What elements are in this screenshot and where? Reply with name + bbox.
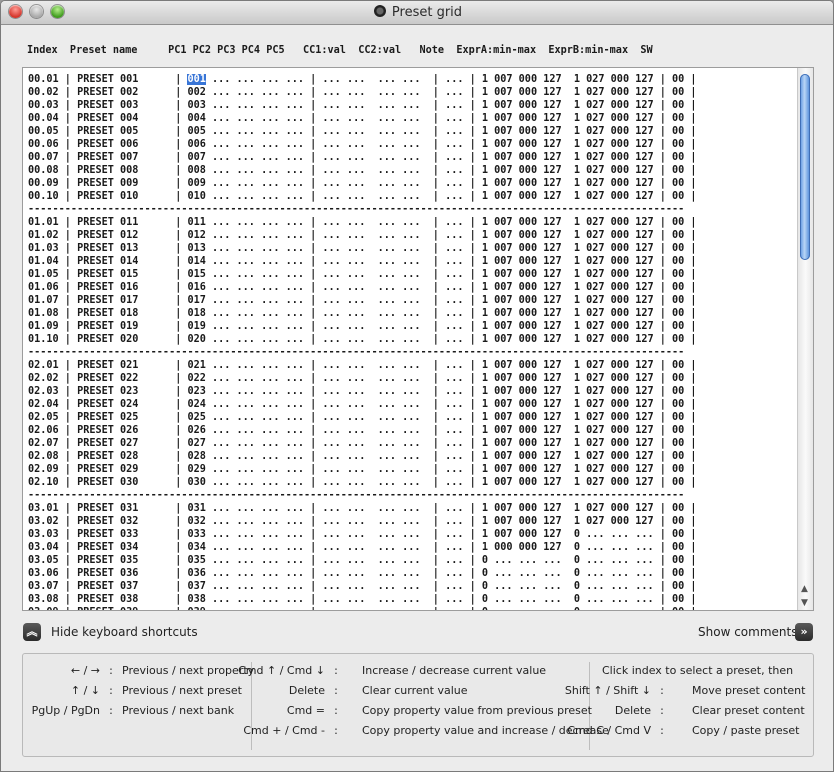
preset-grid-content: 00.01 | PRESET 001 | 001 ... ... ... ...… xyxy=(28,73,697,610)
bank-separator: ----------------------------------------… xyxy=(28,204,685,215)
bank-separator: ----------------------------------------… xyxy=(28,490,685,501)
shortcut-separator: : xyxy=(660,724,664,737)
preset-row[interactable]: 02.06 | PRESET 026 | 026 ... ... ... ...… xyxy=(28,424,697,437)
title-bar: Preset grid xyxy=(1,1,833,25)
preset-row[interactable]: 00.03 | PRESET 003 | 003 ... ... ... ...… xyxy=(28,99,697,112)
preset-row[interactable]: 01.01 | PRESET 011 | 011 ... ... ... ...… xyxy=(28,216,697,229)
hide-shortcuts-label[interactable]: Hide keyboard shortcuts xyxy=(51,625,198,639)
preset-row[interactable]: 03.08 | PRESET 038 | 038 ... ... ... ...… xyxy=(28,593,697,606)
shortcut-description: Increase / decrease current value xyxy=(362,664,547,677)
shortcut-entry: Cmd C / Cmd V: Copy / paste preset xyxy=(23,724,815,738)
shortcut-key: Cmd C / Cmd V xyxy=(567,724,651,737)
shortcut-separator: : xyxy=(334,664,338,677)
preset-row[interactable]: 02.01 | PRESET 021 | 021 ... ... ... ...… xyxy=(28,359,697,372)
show-comments-label[interactable]: Show comments xyxy=(698,625,797,639)
preset-row[interactable]: 03.07 | PRESET 037 | 037 ... ... ... ...… xyxy=(28,580,697,593)
preset-row[interactable]: 00.02 | PRESET 002 | 002 ... ... ... ...… xyxy=(28,86,697,99)
preset-row[interactable]: 01.05 | PRESET 015 | 015 ... ... ... ...… xyxy=(28,268,697,281)
preset-row[interactable]: 01.07 | PRESET 017 | 017 ... ... ... ...… xyxy=(28,294,697,307)
shortcut-key: Delete xyxy=(614,704,651,717)
preset-row[interactable]: 02.09 | PRESET 029 | 029 ... ... ... ...… xyxy=(28,463,697,476)
preset-row[interactable]: 01.06 | PRESET 016 | 016 ... ... ... ...… xyxy=(28,281,697,294)
shortcut-description: Copy / paste preset xyxy=(692,724,800,737)
preset-row[interactable]: 03.09 | PRESET 039 | 039 ... ... ... ...… xyxy=(28,606,697,610)
preset-row[interactable]: 01.08 | PRESET 018 | 018 ... ... ... ...… xyxy=(28,307,697,320)
keyboard-shortcuts-panel: Click index to select a preset, then ← /… xyxy=(22,653,814,757)
app-icon xyxy=(373,5,386,17)
scroll-up-arrow-icon[interactable]: ▲ xyxy=(801,584,808,594)
preset-row[interactable]: 01.03 | PRESET 013 | 013 ... ... ... ...… xyxy=(28,242,697,255)
preset-grid[interactable]: 00.01 | PRESET 001 | 001 ... ... ... ...… xyxy=(22,67,814,611)
shortcut-entry: Delete: Clear preset content xyxy=(23,704,815,718)
preset-row[interactable]: 00.09 | PRESET 009 | 009 ... ... ... ...… xyxy=(28,177,697,190)
hide-shortcuts-button[interactable]: ︽ xyxy=(23,623,41,641)
preset-row[interactable]: 02.02 | PRESET 022 | 022 ... ... ... ...… xyxy=(28,372,697,385)
preset-row[interactable]: 03.06 | PRESET 036 | 036 ... ... ... ...… xyxy=(28,567,697,580)
preset-row[interactable]: 02.03 | PRESET 023 | 023 ... ... ... ...… xyxy=(28,385,697,398)
show-comments-button[interactable]: » xyxy=(795,623,813,641)
preset-grid-window: Preset grid Index Preset name PC1 PC2 PC… xyxy=(0,0,834,772)
double-chevron-right-icon: » xyxy=(800,625,808,638)
preset-row[interactable]: 02.07 | PRESET 027 | 027 ... ... ... ...… xyxy=(28,437,697,450)
window-title: Preset grid xyxy=(391,5,463,20)
preset-row[interactable]: 03.05 | PRESET 035 | 035 ... ... ... ...… xyxy=(28,554,697,567)
preset-row[interactable]: 02.08 | PRESET 028 | 028 ... ... ... ...… xyxy=(28,450,697,463)
preset-row[interactable]: 02.05 | PRESET 025 | 025 ... ... ... ...… xyxy=(28,411,697,424)
preset-row[interactable]: 02.10 | PRESET 030 | 030 ... ... ... ...… xyxy=(28,476,697,489)
preset-row[interactable]: 01.04 | PRESET 014 | 014 ... ... ... ...… xyxy=(28,255,697,268)
selected-cell[interactable]: 001 xyxy=(187,74,206,85)
shortcut-entry: Shift ↑ / Shift ↓: Move preset content xyxy=(23,684,815,698)
window-title-area: Preset grid xyxy=(1,5,833,20)
preset-row[interactable]: 01.10 | PRESET 020 | 020 ... ... ... ...… xyxy=(28,333,697,346)
preset-row[interactable]: 03.04 | PRESET 034 | 034 ... ... ... ...… xyxy=(28,541,697,554)
scrollbar-thumb[interactable] xyxy=(800,74,810,260)
shortcut-description: Clear preset content xyxy=(692,704,805,717)
preset-row[interactable]: 00.07 | PRESET 007 | 007 ... ... ... ...… xyxy=(28,151,697,164)
bank-separator: ----------------------------------------… xyxy=(28,347,685,358)
preset-row[interactable]: 00.01 | PRESET 001 | 001 ... ... ... ...… xyxy=(28,73,697,86)
preset-row[interactable]: 02.04 | PRESET 024 | 024 ... ... ... ...… xyxy=(28,398,697,411)
shortcut-description: Move preset content xyxy=(692,684,806,697)
vertical-scrollbar[interactable]: ▲ ▼ xyxy=(797,68,813,610)
shortcut-separator: : xyxy=(660,704,664,717)
preset-row[interactable]: 01.02 | PRESET 012 | 012 ... ... ... ...… xyxy=(28,229,697,242)
column-header-row: Index Preset name PC1 PC2 PC3 PC4 PC5 CC… xyxy=(27,45,653,56)
shortcut-entry: Cmd ↑ / Cmd ↓: Increase / decrease curren… xyxy=(23,664,815,678)
shortcut-separator: : xyxy=(660,684,664,697)
preset-row[interactable]: 00.08 | PRESET 008 | 008 ... ... ... ...… xyxy=(28,164,697,177)
shortcut-key: Shift ↑ / Shift ↓ xyxy=(564,684,651,697)
preset-row[interactable]: 03.01 | PRESET 031 | 031 ... ... ... ...… xyxy=(28,502,697,515)
shortcut-key: Cmd ↑ / Cmd ↓ xyxy=(238,664,325,677)
preset-row[interactable]: 01.09 | PRESET 019 | 019 ... ... ... ...… xyxy=(28,320,697,333)
preset-row[interactable]: 00.05 | PRESET 005 | 005 ... ... ... ...… xyxy=(28,125,697,138)
preset-row[interactable]: 03.02 | PRESET 032 | 032 ... ... ... ...… xyxy=(28,515,697,528)
preset-row[interactable]: 03.03 | PRESET 033 | 033 ... ... ... ...… xyxy=(28,528,697,541)
preset-row[interactable]: 00.04 | PRESET 004 | 004 ... ... ... ...… xyxy=(28,112,697,125)
double-chevron-up-icon: ︽ xyxy=(26,625,38,638)
scroll-down-arrow-icon[interactable]: ▼ xyxy=(801,598,808,608)
preset-row[interactable]: 00.06 | PRESET 006 | 006 ... ... ... ...… xyxy=(28,138,697,151)
preset-row[interactable]: 00.10 | PRESET 010 | 010 ... ... ... ...… xyxy=(28,190,697,203)
